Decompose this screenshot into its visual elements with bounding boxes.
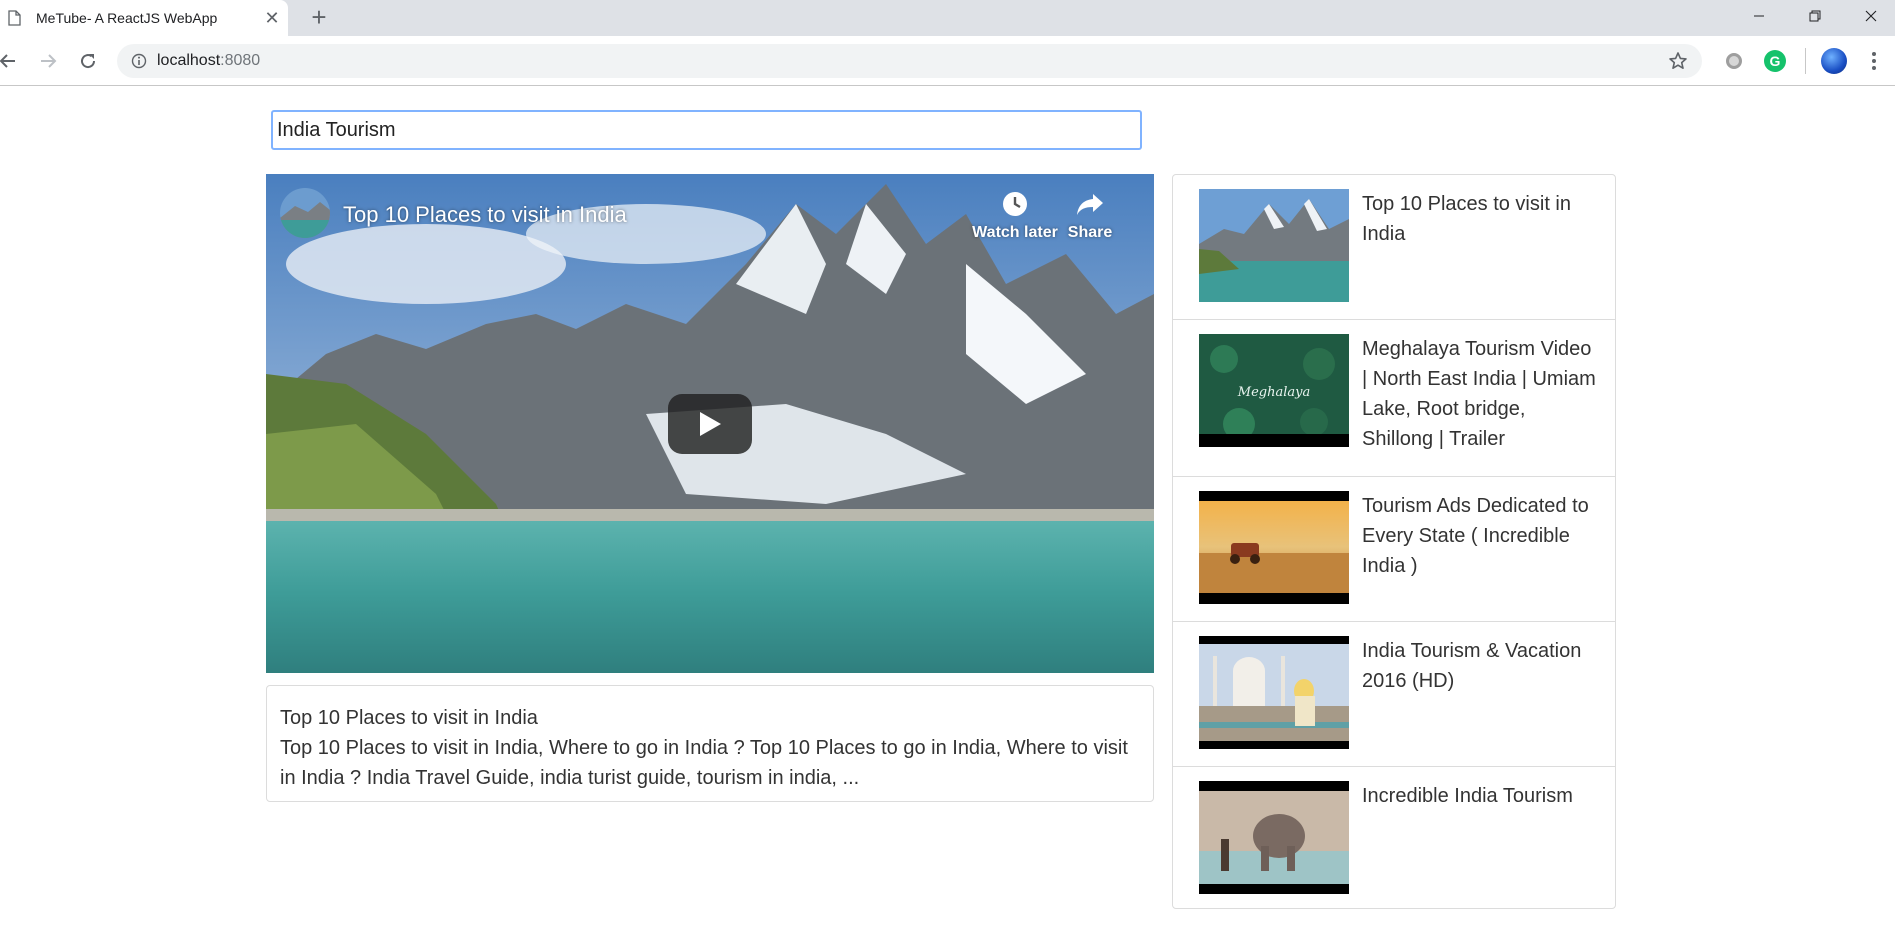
video-list-title[interactable]: Top 10 Places to visit in India <box>1362 189 1598 249</box>
toolbar-divider <box>1805 48 1806 74</box>
search-input[interactable] <box>271 110 1142 150</box>
profile-avatar[interactable] <box>1821 48 1847 74</box>
bookmark-star-icon[interactable] <box>1668 51 1688 71</box>
document-icon <box>8 10 21 26</box>
tab-title: MeTube- A ReactJS WebApp <box>36 10 218 26</box>
video-thumbnail[interactable] <box>1199 781 1349 894</box>
address-bar[interactable]: localhost:8080 <box>117 44 1702 78</box>
video-details: Top 10 Places to visit in India Top 10 P… <box>266 685 1154 802</box>
new-tab-button[interactable]: + <box>306 4 332 31</box>
video-details-title: Top 10 Places to visit in India <box>280 707 538 729</box>
video-thumbnail[interactable] <box>1199 189 1349 302</box>
video-list: Top 10 Places to visit in India Meghalay… <box>1172 174 1616 909</box>
close-tab-icon[interactable]: ✕ <box>262 8 282 28</box>
grammarly-icon[interactable]: G <box>1764 50 1786 72</box>
video-thumbnail[interactable] <box>1199 636 1349 749</box>
channel-avatar[interactable] <box>280 188 330 238</box>
url-host: localhost <box>157 52 221 69</box>
thumbnail-text: Meghalaya <box>1237 385 1310 400</box>
back-icon[interactable] <box>0 49 20 73</box>
video-list-item[interactable]: Tourism Ads Dedicated to Every State ( I… <box>1173 477 1615 622</box>
minimize-icon[interactable] <box>1736 0 1782 32</box>
menu-kebab-icon[interactable] <box>1868 50 1880 72</box>
clock-icon <box>1003 192 1027 216</box>
url-port: :8080 <box>220 52 261 69</box>
video-list-item[interactable]: Meghalaya Meghalaya Tourism Video | Nort… <box>1173 320 1615 477</box>
video-list-item[interactable]: India Tourism & Vacation 2016 (HD) <box>1173 622 1615 767</box>
watch-later-button[interactable]: Watch later <box>970 190 1060 242</box>
video-list-item[interactable]: Incredible India Tourism <box>1173 767 1615 908</box>
video-list-title[interactable]: India Tourism & Vacation 2016 (HD) <box>1362 636 1598 696</box>
watch-later-label: Watch later <box>972 224 1058 241</box>
close-window-icon[interactable] <box>1848 0 1894 32</box>
video-list-item[interactable]: Top 10 Places to visit in India <box>1173 175 1615 320</box>
video-list-title[interactable]: Meghalaya Tourism Video | North East Ind… <box>1362 334 1598 454</box>
browser-toolbar: localhost:8080 G <box>0 36 1895 86</box>
restore-icon[interactable] <box>1792 0 1838 32</box>
info-icon[interactable] <box>131 53 147 69</box>
video-list-title[interactable]: Incredible India Tourism <box>1362 781 1598 811</box>
share-button[interactable]: Share <box>1060 190 1120 242</box>
player-title[interactable]: Top 10 Places to visit in India <box>343 202 627 228</box>
video-list-title[interactable]: Tourism Ads Dedicated to Every State ( I… <box>1362 491 1598 581</box>
browser-tab[interactable]: MeTube- A ReactJS WebApp ✕ <box>0 0 288 36</box>
video-thumbnail[interactable]: Meghalaya <box>1199 334 1349 447</box>
url-text: localhost:8080 <box>157 52 260 70</box>
play-icon <box>700 412 721 436</box>
share-label: Share <box>1067 224 1113 241</box>
play-button[interactable] <box>668 394 752 454</box>
reload-icon[interactable] <box>76 49 100 73</box>
video-details-description: Top 10 Places to visit in India, Where t… <box>280 737 1128 789</box>
video-player[interactable]: Top 10 Places to visit in India Watch la… <box>266 174 1154 673</box>
forward-icon[interactable] <box>36 49 60 73</box>
browser-tabstrip: MeTube- A ReactJS WebApp ✕ + <box>0 0 1895 36</box>
video-thumbnail[interactable] <box>1199 491 1349 604</box>
share-arrow-icon <box>1077 194 1103 215</box>
extension-icon[interactable] <box>1726 53 1742 69</box>
